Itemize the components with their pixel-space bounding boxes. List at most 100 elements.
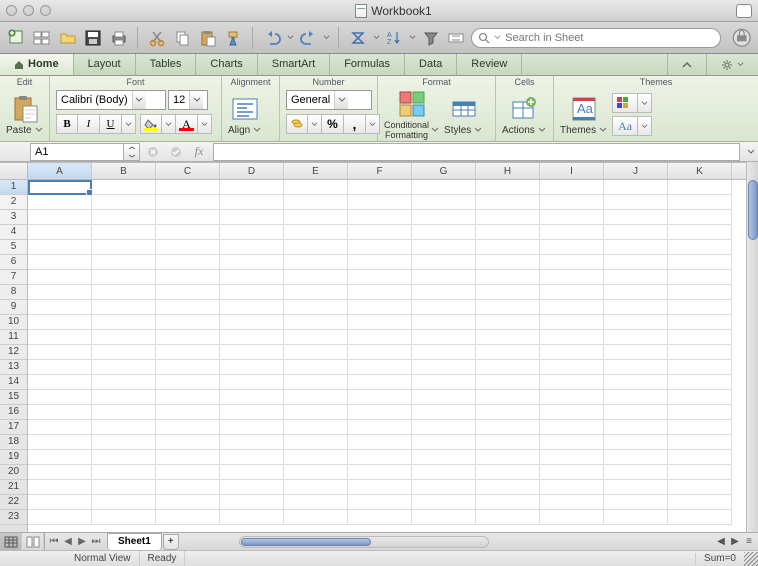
row-header[interactable]: 8 bbox=[0, 285, 27, 300]
cell[interactable] bbox=[604, 345, 668, 360]
cell[interactable] bbox=[604, 405, 668, 420]
cell[interactable] bbox=[156, 240, 220, 255]
cell[interactable] bbox=[412, 510, 476, 525]
cell[interactable] bbox=[284, 510, 348, 525]
name-box[interactable]: A1 bbox=[30, 143, 124, 161]
underline-dropdown[interactable] bbox=[122, 114, 136, 134]
cell[interactable] bbox=[284, 225, 348, 240]
column-header[interactable]: H bbox=[476, 163, 540, 179]
row-header[interactable]: 9 bbox=[0, 300, 27, 315]
cell[interactable] bbox=[668, 375, 732, 390]
cell[interactable] bbox=[220, 225, 284, 240]
cell[interactable] bbox=[540, 450, 604, 465]
cell[interactable] bbox=[156, 300, 220, 315]
cell[interactable] bbox=[412, 495, 476, 510]
conditional-formatting-button[interactable]: Conditional Formatting bbox=[384, 89, 440, 140]
cell[interactable] bbox=[156, 360, 220, 375]
dropdown-arrow-icon[interactable] bbox=[132, 91, 146, 109]
cell[interactable] bbox=[540, 180, 604, 195]
cell[interactable] bbox=[604, 375, 668, 390]
next-sheet-button[interactable]: ▶ bbox=[75, 534, 89, 550]
cell[interactable] bbox=[28, 390, 92, 405]
cell[interactable] bbox=[92, 330, 156, 345]
cell[interactable] bbox=[604, 195, 668, 210]
cell[interactable] bbox=[476, 480, 540, 495]
cell[interactable] bbox=[284, 300, 348, 315]
cell[interactable] bbox=[284, 420, 348, 435]
scroll-thumb[interactable] bbox=[241, 538, 371, 546]
cell[interactable] bbox=[28, 495, 92, 510]
cell[interactable] bbox=[668, 435, 732, 450]
cell[interactable] bbox=[220, 210, 284, 225]
cell[interactable] bbox=[476, 405, 540, 420]
cell[interactable] bbox=[668, 210, 732, 225]
tab-review[interactable]: Review bbox=[457, 54, 522, 75]
cell[interactable] bbox=[28, 210, 92, 225]
cell[interactable] bbox=[28, 180, 92, 195]
cell[interactable] bbox=[156, 330, 220, 345]
align-dropdown[interactable] bbox=[252, 125, 262, 135]
search-dropdown[interactable] bbox=[494, 32, 501, 44]
cell[interactable] bbox=[92, 360, 156, 375]
cell[interactable] bbox=[28, 285, 92, 300]
paste-dropdown[interactable] bbox=[34, 125, 44, 135]
scroll-left-button[interactable]: ◀ bbox=[714, 535, 728, 549]
cell[interactable] bbox=[412, 390, 476, 405]
cell[interactable] bbox=[220, 285, 284, 300]
cell[interactable] bbox=[156, 390, 220, 405]
cell[interactable] bbox=[156, 480, 220, 495]
format-painter-button[interactable] bbox=[223, 27, 244, 49]
cell[interactable] bbox=[668, 465, 732, 480]
cell[interactable] bbox=[476, 510, 540, 525]
cell[interactable] bbox=[604, 315, 668, 330]
cell[interactable] bbox=[540, 240, 604, 255]
cell[interactable] bbox=[156, 270, 220, 285]
cell[interactable] bbox=[220, 300, 284, 315]
column-header[interactable]: D bbox=[220, 163, 284, 179]
column-header[interactable]: C bbox=[156, 163, 220, 179]
cell[interactable] bbox=[348, 360, 412, 375]
cell[interactable] bbox=[156, 315, 220, 330]
insert-function-button[interactable]: fx bbox=[189, 143, 209, 161]
add-sheet-button[interactable]: + bbox=[163, 534, 179, 550]
prev-sheet-button[interactable]: ◀ bbox=[61, 534, 75, 550]
paste-button[interactable] bbox=[197, 27, 218, 49]
cell[interactable] bbox=[284, 405, 348, 420]
cell[interactable] bbox=[412, 405, 476, 420]
cell[interactable] bbox=[412, 210, 476, 225]
cell[interactable] bbox=[220, 315, 284, 330]
row-header[interactable]: 5 bbox=[0, 240, 27, 255]
cell[interactable] bbox=[604, 285, 668, 300]
sort-button[interactable]: AZ bbox=[384, 27, 405, 49]
theme-colors-dropdown[interactable] bbox=[638, 93, 652, 113]
cell[interactable] bbox=[220, 255, 284, 270]
cell[interactable] bbox=[156, 510, 220, 525]
column-header[interactable]: G bbox=[412, 163, 476, 179]
cell[interactable] bbox=[156, 420, 220, 435]
cell[interactable] bbox=[348, 510, 412, 525]
row-header[interactable]: 20 bbox=[0, 465, 27, 480]
cell[interactable] bbox=[348, 405, 412, 420]
paste-big-button[interactable]: Paste bbox=[6, 94, 44, 136]
cell[interactable] bbox=[156, 255, 220, 270]
cell[interactable] bbox=[220, 360, 284, 375]
themes-button[interactable]: Aa Themes bbox=[560, 94, 608, 136]
cell[interactable] bbox=[92, 435, 156, 450]
cell[interactable] bbox=[668, 180, 732, 195]
toolbox-button[interactable] bbox=[731, 27, 752, 49]
cell[interactable] bbox=[412, 465, 476, 480]
cell[interactable] bbox=[412, 270, 476, 285]
theme-fonts-button[interactable]: Aa bbox=[612, 116, 638, 136]
cell[interactable] bbox=[348, 480, 412, 495]
cell[interactable] bbox=[604, 255, 668, 270]
cell[interactable] bbox=[412, 255, 476, 270]
cell[interactable] bbox=[28, 330, 92, 345]
cell[interactable] bbox=[540, 195, 604, 210]
new-workbook-button[interactable] bbox=[6, 27, 27, 49]
cell[interactable] bbox=[284, 375, 348, 390]
cell[interactable] bbox=[668, 510, 732, 525]
minimize-window-button[interactable] bbox=[23, 5, 34, 16]
cell[interactable] bbox=[220, 420, 284, 435]
cell[interactable] bbox=[540, 285, 604, 300]
horizontal-scrollbar[interactable] bbox=[239, 536, 489, 548]
